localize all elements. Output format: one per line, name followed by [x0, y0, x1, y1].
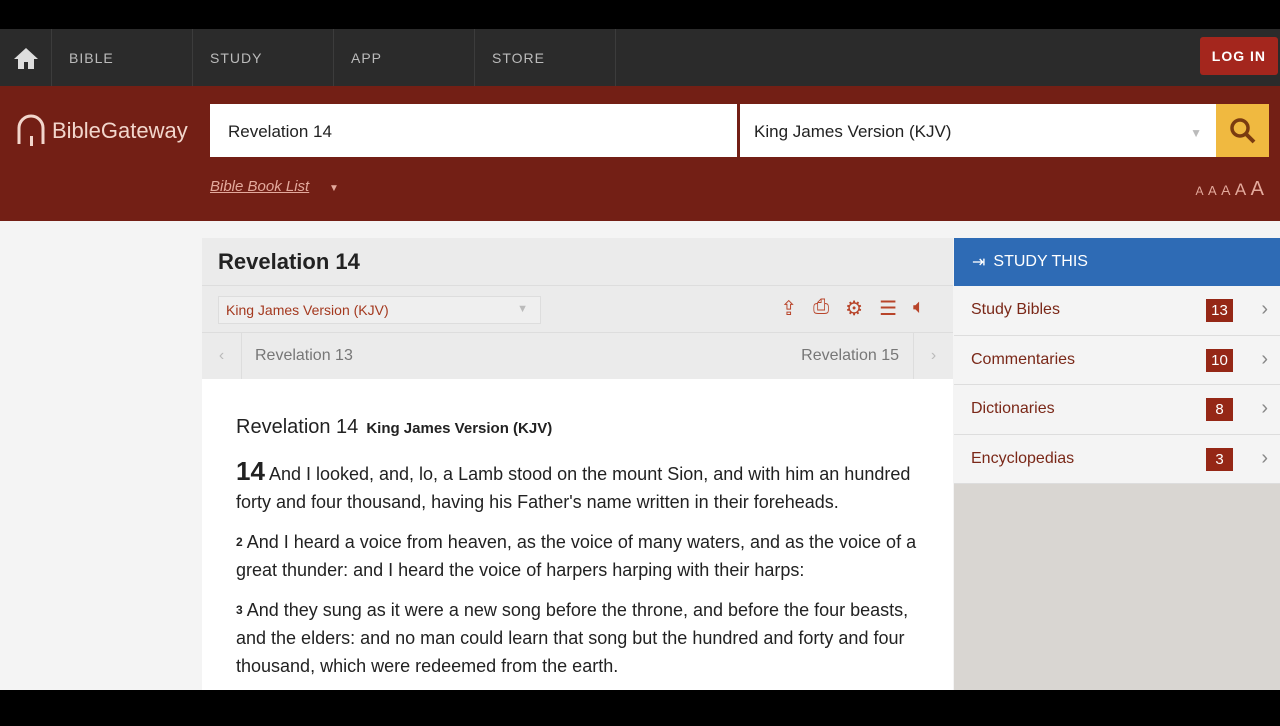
chevron-right-icon: ›	[1261, 446, 1268, 469]
version-dropdown[interactable]: King James Version (KJV) ▼	[740, 104, 1216, 157]
chevron-left-icon[interactable]: ‹	[202, 333, 242, 379]
verse: 2 And I heard a voice from heaven, as th…	[236, 532, 917, 580]
font-size-5[interactable]: A	[1251, 178, 1264, 200]
count-badge: 13	[1206, 299, 1233, 322]
search-button[interactable]	[1216, 104, 1269, 157]
chevron-right-icon: ›	[1261, 298, 1268, 320]
study-item-study-bibles[interactable]: Study Bibles 13 ›	[954, 286, 1280, 336]
count-badge: 8	[1206, 398, 1233, 421]
exit-icon: ⇥	[972, 254, 986, 271]
study-sidebar: ⇥ STUDY THIS Study Bibles 13 › Commentaries…	[954, 238, 1280, 698]
search-icon	[1229, 117, 1255, 143]
font-size-controls: A A A A A	[1195, 178, 1264, 201]
header: BibleGateway Revelation 14 King James Ve…	[0, 86, 1280, 221]
verse: 3 And they sung as it were a new song be…	[236, 600, 909, 676]
count-badge: 3	[1206, 447, 1233, 471]
chevron-down-icon: ▼	[517, 303, 528, 315]
logo[interactable]: BibleGateway	[16, 114, 188, 148]
study-this-header[interactable]: ⇥ STUDY THIS	[954, 238, 1280, 286]
chapter-nav: ‹ Revelation 13 Revelation 15 ›	[202, 332, 953, 379]
nav-study[interactable]: STUDY	[193, 29, 334, 86]
chevron-right-icon: ›	[1261, 397, 1268, 419]
audio-icon[interactable]: 🔈︎	[913, 296, 925, 321]
nav-bible[interactable]: BIBLE	[52, 29, 193, 86]
bible-book-list-link[interactable]: Bible Book List	[210, 178, 309, 195]
gear-icon[interactable]: ⚙	[845, 296, 863, 321]
page: Revelation 14 King James Version (KJV) ▼ …	[0, 221, 1280, 698]
font-size-4[interactable]: A	[1235, 180, 1246, 199]
login-button[interactable]: LOG IN	[1199, 37, 1278, 75]
next-chapter-link[interactable]: Revelation 15	[801, 347, 899, 365]
font-size-3[interactable]: A	[1221, 182, 1230, 198]
search-input[interactable]: Revelation 14	[210, 104, 737, 157]
chevron-right-icon: ›	[1261, 347, 1268, 370]
home-button[interactable]	[0, 29, 52, 86]
font-size-1[interactable]: A	[1195, 184, 1203, 198]
passage-heading: Revelation 14 King James Version (KJV)	[236, 416, 553, 438]
home-icon	[13, 47, 38, 69]
nav-app[interactable]: APP	[334, 29, 475, 86]
print-icon[interactable]: ⎙	[813, 296, 829, 321]
count-badge: 10	[1206, 348, 1233, 372]
parallel-icon[interactable]: ☰	[879, 296, 897, 321]
study-item-dictionaries[interactable]: Dictionaries 8 ›	[954, 385, 1280, 435]
letterbox-bar	[0, 690, 1280, 720]
page-title: Revelation 14	[202, 238, 953, 285]
chevron-down-icon: ▼	[1190, 126, 1202, 140]
study-item-commentaries[interactable]: Commentaries 10 ›	[954, 335, 1280, 385]
nav-store[interactable]: STORE	[475, 29, 616, 86]
study-item-encyclopedias[interactable]: Encyclopedias 3 ›	[954, 434, 1280, 484]
gateway-logo-icon	[17, 114, 45, 146]
top-nav: BIBLE STUDY APP STORE LOG IN	[0, 29, 1280, 86]
chevron-right-icon[interactable]: ›	[913, 333, 953, 379]
prev-chapter-link[interactable]: Revelation 13	[255, 347, 353, 365]
passage-text: Revelation 14 King James Version (KJV) 14…	[202, 379, 953, 726]
passage-version-select[interactable]: King James Version (KJV) ▼	[218, 296, 541, 324]
verse: 14 And I looked, and, lo, a Lamb stood o…	[236, 456, 911, 512]
caret-down-icon: ▼	[329, 183, 339, 194]
passage-toolbar: King James Version (KJV) ▼ ⇪ ⎙ ⚙ ☰ 🔈︎	[202, 285, 953, 332]
share-icon[interactable]: ⇪	[780, 296, 797, 321]
font-size-2[interactable]: A	[1208, 183, 1217, 198]
passage-panel: Revelation 14 King James Version (KJV) ▼ …	[202, 238, 953, 698]
